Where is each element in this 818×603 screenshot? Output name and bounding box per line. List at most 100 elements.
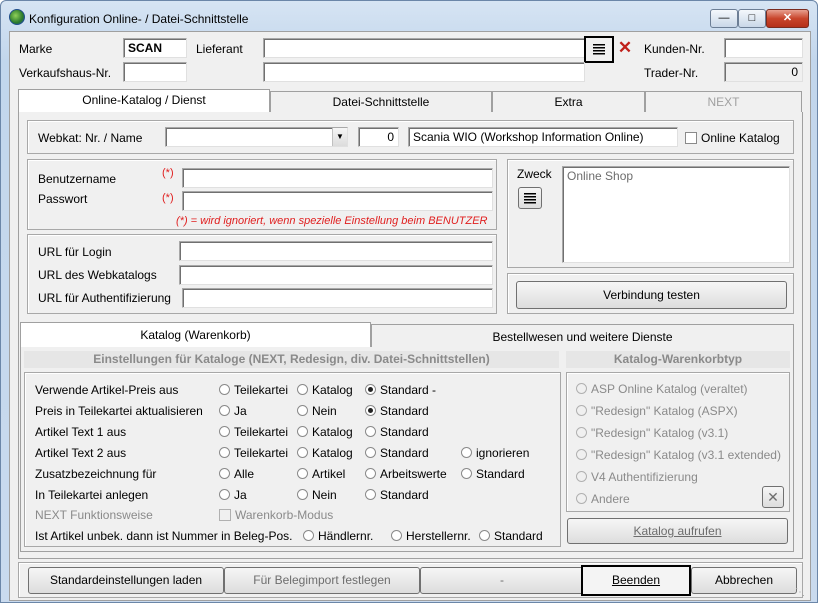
setting-5-option-0-radio[interactable] [219,489,230,500]
unbek-haendler-label: Händlernr. [318,529,374,543]
katalogtyp-option-2-radio[interactable] [576,427,587,438]
webkat-name-field[interactable]: Scania WIO (Workshop Information Online) [408,127,678,147]
webkat-select[interactable]: ▼ [165,127,348,147]
setting-4-option-1-radio[interactable] [297,468,308,479]
setting-label-5: In Teilekartei anlegen [35,488,149,502]
username-field[interactable] [182,168,493,188]
test-connection-button[interactable]: Verbindung testen [516,281,787,309]
trader-label: Trader-Nr. [644,66,699,80]
katalogtyp-option-3-radio[interactable] [576,449,587,460]
katalog-aufrufen-button[interactable]: Katalog aufrufen [567,518,788,544]
setting-3-option-3-radio[interactable] [461,447,472,458]
clear-katalogtyp-icon[interactable]: ✕ [762,486,784,508]
kunden-field[interactable] [724,38,803,58]
setting-1-option-1-label: Nein [312,404,337,418]
setting-label-3: Artikel Text 2 aus [35,446,127,460]
subtab-bestellwesen[interactable]: Bestellwesen und weitere Dienste [371,324,794,349]
setting-1-option-2-radio[interactable] [365,405,376,416]
setting-1-option-0-radio[interactable] [219,405,230,416]
list-icon [524,193,536,204]
setting-4-option-0-radio[interactable] [219,468,230,479]
unbek-hersteller-radio[interactable] [391,530,402,541]
warenkorb-modus-checkbox[interactable] [219,509,231,521]
clear-lieferant-icon[interactable]: ✕ [615,38,635,58]
katalogtyp-option-0-label: ASP Online Katalog (veraltet) [591,382,748,396]
setting-0-option-2-radio[interactable] [365,384,376,395]
setting-4-option-2-label: Arbeitswerte [380,467,447,481]
unbek-haendler-radio[interactable] [303,530,314,541]
url-auth-field[interactable] [182,288,493,308]
katalogtyp-option-3-label: "Redesign" Katalog (v3.1 extended) [591,448,781,462]
setting-1-option-1-radio[interactable] [297,405,308,416]
setting-4-option-2-radio[interactable] [365,468,376,479]
finish-button[interactable]: Beenden [581,565,691,596]
unbek-standard-label: Standard [494,529,543,543]
setting-3-option-1-label: Katalog [312,446,353,460]
setting-0-option-1-radio[interactable] [297,384,308,395]
setting-2-option-0-radio[interactable] [219,426,230,437]
subtab-katalog[interactable]: Katalog (Warenkorb) [20,322,371,347]
webkat-label: Webkat: Nr. / Name [38,131,143,145]
settings-heading: Einstellungen für Kataloge (NEXT, Redesi… [24,351,559,368]
online-katalog-checkbox[interactable] [685,132,697,144]
setting-2-option-2-radio[interactable] [365,426,376,437]
verkaufshaus-field[interactable] [123,62,187,82]
katalogtyp-option-5-label: Andere [591,492,630,506]
url-webkatalog-field[interactable] [179,265,493,285]
marke-field[interactable]: SCAN [123,38,187,58]
setting-3-option-0-label: Teilekartei [234,446,289,460]
setting-3-option-1-radio[interactable] [297,447,308,458]
katalogtyp-option-2-label: "Redesign" Katalog (v3.1) [591,426,729,440]
katalogtyp-option-1-label: "Redesign" Katalog (ASPX) [591,404,738,418]
setting-5-option-1-radio[interactable] [297,489,308,500]
setting-3-option-0-radio[interactable] [219,447,230,458]
tab-datei-schnittstelle[interactable]: Datei-Schnittstelle [270,91,492,113]
zweck-list-button[interactable] [518,187,542,209]
setting-label-2: Artikel Text 1 aus [35,425,127,439]
setting-3-option-2-radio[interactable] [365,447,376,458]
tab-next[interactable]: NEXT [645,91,802,113]
dash-button[interactable]: - [420,567,584,594]
close-window-button[interactable]: ✕ [766,9,809,28]
setting-0-option-2-label: Standard - [380,383,437,397]
setting-2-option-1-radio[interactable] [297,426,308,437]
maximize-button[interactable]: □ [738,9,766,28]
minimize-button[interactable]: — [710,9,738,28]
lieferant-list-button[interactable] [584,36,614,63]
belegimport-button[interactable]: Für Belegimport festlegen [224,567,420,594]
verkaufshaus-label: Verkaufshaus-Nr. [19,66,112,80]
setting-5-option-2-radio[interactable] [365,489,376,500]
load-defaults-button[interactable]: Standardeinstellungen laden [28,567,224,594]
setting-0-option-0-radio[interactable] [219,384,230,395]
chevron-down-icon[interactable]: ▼ [332,128,347,146]
katalogtyp-option-4-radio[interactable] [576,471,587,482]
katalogtyp-option-0-radio[interactable] [576,383,587,394]
unbek-standard-radio[interactable] [479,530,490,541]
cancel-button[interactable]: Abbrechen [691,567,797,594]
setting-2-option-2-label: Standard [380,425,429,439]
kunden-label: Kunden-Nr. [644,42,705,56]
setting-1-option-2-label: Standard [380,404,429,418]
setting-label-1: Preis in Teilekartei aktualisieren [35,404,203,418]
lieferant-field[interactable] [263,38,585,58]
setting-label-0: Verwende Artikel-Preis aus [35,383,179,397]
title-bar[interactable]: Konfiguration Online- / Datei-Schnittste… [1,1,817,31]
url-auth-label: URL für Authentifizierung [38,291,171,305]
trader-field[interactable]: 0 [724,62,803,82]
tab-extra[interactable]: Extra [492,91,645,113]
url-login-field[interactable] [179,241,493,261]
katalogtyp-option-5-radio[interactable] [576,493,587,504]
setting-4-option-3-radio[interactable] [461,468,472,479]
url-login-label: URL für Login [38,245,112,259]
list-icon [593,44,605,55]
password-field[interactable] [182,191,493,211]
webkat-number-field[interactable]: 0 [358,127,399,147]
lieferant-name-field[interactable] [263,62,585,82]
katalogtyp-option-1-radio[interactable] [576,405,587,416]
katalogtyp-heading: Katalog-Warenkorbtyp [566,351,790,368]
setting-4-option-0-label: Alle [234,467,255,481]
warenkorb-modus-label: Warenkorb-Modus [235,508,334,522]
resize-grip-icon[interactable]: ⋱ [795,587,807,599]
zweck-text[interactable]: Online Shop [562,166,790,263]
tab-online-katalog[interactable]: Online-Katalog / Dienst [18,89,270,113]
